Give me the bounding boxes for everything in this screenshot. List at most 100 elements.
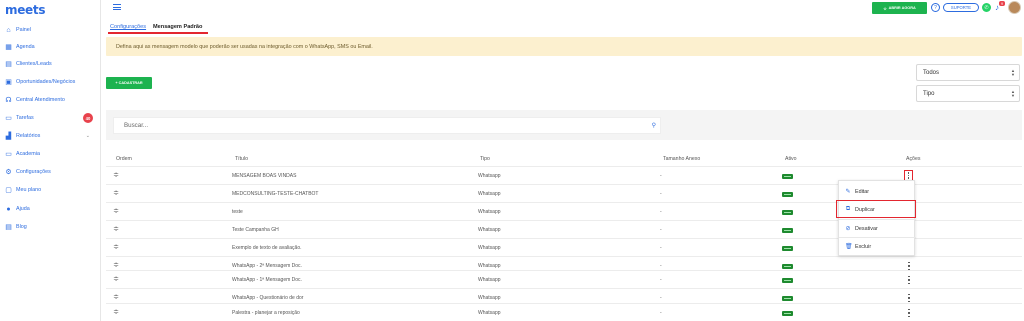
row-title: Palestra - planejar a reposição bbox=[232, 310, 300, 316]
row-type: Whatsapp bbox=[478, 173, 501, 179]
sidebar-item-label: Central Atendimento bbox=[16, 97, 65, 103]
drag-handle-icon[interactable]: ≑ bbox=[113, 262, 119, 269]
drag-handle-icon[interactable]: ≑ bbox=[113, 244, 119, 251]
search-icon[interactable]: ⚲ bbox=[652, 122, 656, 129]
active-toggle[interactable] bbox=[782, 278, 793, 283]
type-select[interactable]: Tipo ▲ ▼ bbox=[916, 85, 1020, 102]
select-arrows-icon: ▲ ▼ bbox=[1011, 68, 1015, 77]
duplicar-highlight-box bbox=[836, 200, 916, 218]
row-size: - bbox=[660, 209, 662, 215]
tab-configuracoes[interactable]: Configurações bbox=[110, 24, 146, 30]
sidebar-item-academia[interactable]: ▭ Academia bbox=[5, 149, 97, 159]
pencil-icon: ✎ bbox=[845, 189, 851, 195]
sidebar-item-central-atendimento[interactable]: ☊ Central Atendimento bbox=[5, 95, 97, 105]
row-type: Whatsapp bbox=[478, 295, 501, 301]
tab-highlight-underline bbox=[108, 32, 208, 34]
gear-icon: ⚙ bbox=[5, 168, 12, 176]
menu-item-label: Editar bbox=[855, 188, 870, 195]
active-toggle[interactable] bbox=[782, 228, 793, 233]
home-icon: ⌂ bbox=[6, 26, 11, 34]
table-row: ≑ WhatsApp - 1ª Mensagem Doc. Whatsapp - bbox=[106, 270, 1022, 288]
type-select-value: Tipo bbox=[923, 90, 935, 97]
suporte-button[interactable]: SUPORTE bbox=[943, 3, 979, 12]
col-titulo: Título bbox=[235, 156, 248, 162]
app-logo[interactable]: meets bbox=[5, 3, 45, 17]
sidebar-item-label: Academia bbox=[16, 151, 40, 157]
sidebar-item-configuracoes[interactable]: ⚙ Configurações bbox=[5, 167, 97, 177]
menu-item-editar[interactable]: ✎ Editar bbox=[839, 183, 916, 200]
sidebar-item-agenda[interactable]: ▦ Agenda bbox=[5, 42, 97, 52]
row-size: - bbox=[660, 295, 662, 301]
col-tamanho: Tamanho Anexo bbox=[663, 156, 701, 162]
active-toggle[interactable] bbox=[782, 296, 793, 301]
active-toggle[interactable] bbox=[782, 174, 793, 179]
chevron-down-icon: ⌄ bbox=[85, 133, 90, 139]
row-actions-kebab-icon[interactable] bbox=[906, 293, 912, 303]
blog-icon: ▤ bbox=[5, 223, 12, 231]
search-input[interactable]: Buscar... ⚲ bbox=[113, 117, 661, 134]
bar-chart-icon: ▟ bbox=[5, 132, 12, 140]
row-size: - bbox=[660, 263, 662, 269]
active-toggle[interactable] bbox=[782, 311, 793, 316]
sidebar: meets ⌂ Painel ▦ Agenda ▤ Clientes/Leads… bbox=[0, 0, 101, 321]
row-size: - bbox=[660, 310, 662, 316]
top-bar: ☆ ABRIR AGORA ? SUPORTE ✆ ♪ 9 bbox=[101, 0, 1024, 16]
active-toggle[interactable] bbox=[782, 192, 793, 197]
menu-item-label: Excluir bbox=[855, 243, 872, 250]
cadastrar-button[interactable]: + CADASTRAR bbox=[106, 77, 152, 89]
active-toggle[interactable] bbox=[782, 246, 793, 251]
sidebar-item-label: Oportunidades/Negócios bbox=[16, 79, 76, 85]
sidebar-item-label: Clientes/Leads bbox=[16, 61, 52, 67]
sidebar-item-relatorios[interactable]: ▟ Relatórios ⌄ bbox=[5, 131, 97, 141]
row-type: Whatsapp bbox=[478, 263, 501, 269]
trash-icon: 🗑 bbox=[845, 244, 853, 250]
menu-toggle-icon[interactable] bbox=[113, 4, 121, 10]
avatar[interactable] bbox=[1008, 1, 1021, 14]
row-title: WhatsApp - 2ª Mensagem Doc. bbox=[232, 263, 302, 269]
menu-item-excluir[interactable]: 🗑 Excluir bbox=[839, 238, 916, 255]
col-ordem: Ordem bbox=[116, 156, 132, 162]
status-select-value: Todos bbox=[923, 69, 940, 76]
row-title: teste bbox=[232, 209, 243, 215]
calendar-icon: ▦ bbox=[5, 43, 12, 51]
sidebar-item-ajuda[interactable]: ● Ajuda bbox=[5, 204, 97, 214]
plan-icon: ▢ bbox=[5, 186, 12, 194]
drag-handle-icon[interactable]: ≑ bbox=[113, 208, 119, 215]
sidebar-item-label: Painel bbox=[16, 27, 31, 33]
drag-handle-icon[interactable]: ≑ bbox=[113, 172, 119, 179]
drag-handle-icon[interactable]: ≑ bbox=[113, 309, 119, 316]
row-type: Whatsapp bbox=[478, 310, 501, 316]
drag-handle-icon[interactable]: ≑ bbox=[113, 226, 119, 233]
drag-handle-icon[interactable]: ≑ bbox=[113, 190, 119, 197]
row-title: WhatsApp - 1ª Mensagem Doc. bbox=[232, 277, 302, 283]
active-toggle[interactable] bbox=[782, 210, 793, 215]
row-title: MEDCONSULTING-TESTE-CHATBOT bbox=[232, 191, 319, 197]
table-row: ≑ Palestra - planejar a reposição Whatsa… bbox=[106, 303, 1022, 321]
whatsapp-icon[interactable]: ✆ bbox=[982, 3, 991, 12]
sidebar-item-blog[interactable]: ▤ Blog bbox=[5, 222, 97, 232]
drag-handle-icon[interactable]: ≑ bbox=[113, 294, 119, 301]
monitor-icon: ▭ bbox=[5, 150, 12, 158]
status-select[interactable]: Todos ▲ ▼ bbox=[916, 64, 1020, 81]
drag-handle-icon[interactable]: ≑ bbox=[113, 276, 119, 283]
info-banner: Defina aqui as mensagem modelo que poder… bbox=[106, 37, 1022, 56]
row-actions-kebab-icon[interactable] bbox=[906, 308, 912, 318]
sidebar-item-label: Tarefas bbox=[16, 115, 34, 121]
abrir-agora-button[interactable]: ☆ ABRIR AGORA bbox=[872, 2, 927, 14]
tab-mensagem-padrao[interactable]: Mensagem Padrão bbox=[153, 24, 202, 30]
row-actions-menu: ✎ Editar ⧉ Duplicar ⊘ Desativar 🗑 Exclui… bbox=[838, 180, 916, 256]
menu-item-desativar[interactable]: ⊘ Desativar bbox=[839, 220, 916, 237]
sidebar-item-label: Agenda bbox=[16, 44, 35, 50]
sidebar-item-oportunidades[interactable]: ▣ Oportunidades/Negócios bbox=[5, 77, 97, 87]
sidebar-item-painel[interactable]: ⌂ Painel bbox=[5, 25, 97, 35]
sidebar-item-tarefas[interactable]: ▭ Tarefas 40 bbox=[5, 113, 97, 123]
sidebar-item-clientes[interactable]: ▤ Clientes/Leads bbox=[5, 59, 97, 69]
briefcase-icon: ▣ bbox=[5, 78, 12, 86]
help-icon[interactable]: ? bbox=[931, 3, 940, 12]
active-toggle[interactable] bbox=[782, 264, 793, 269]
col-ativo: Ativo bbox=[785, 156, 797, 162]
row-size: - bbox=[660, 245, 662, 251]
sidebar-item-meu-plano[interactable]: ▢ Meu plano bbox=[5, 185, 97, 195]
row-actions-kebab-icon[interactable] bbox=[906, 275, 912, 285]
sidebar-item-label: Meu plano bbox=[16, 187, 42, 193]
